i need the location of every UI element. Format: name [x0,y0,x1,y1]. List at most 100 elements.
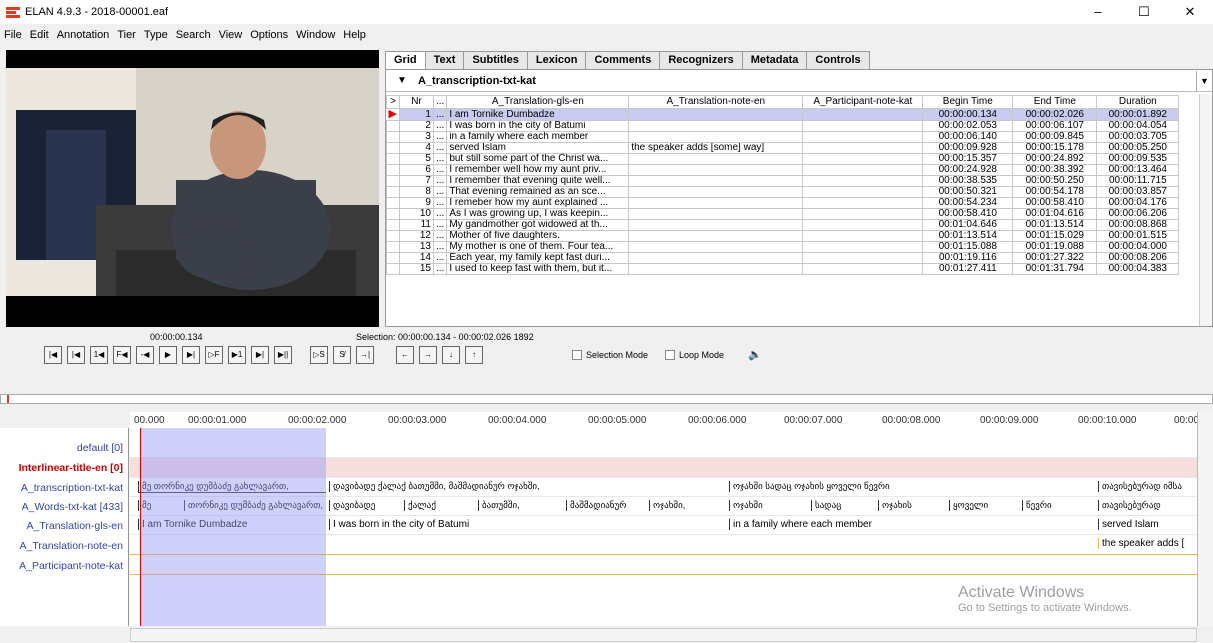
grid-cell-dots[interactable]: ... [432,197,448,209]
grid-row[interactable]: 9... I remeber how my aunt explained ... 0… [386,197,1180,209]
frame-back-button[interactable]: F◀ [113,346,131,364]
grid-cell-nr[interactable]: 8 [398,186,434,198]
tab-recognizers[interactable]: Recognizers [659,51,743,69]
grid-cell-gls[interactable]: That evening remained as an sce... [446,186,630,198]
grid-cell-note[interactable] [628,108,804,121]
grid-cell-dur[interactable]: 00:00:04.000 [1096,241,1180,253]
grid-cell-note[interactable] [628,241,804,253]
grid-cell-nr[interactable]: 6 [398,164,434,176]
grid-column-header[interactable]: A_Participant-note-kat [802,95,924,109]
grid-cell-end[interactable]: 00:00:54.178 [1012,186,1098,198]
grid-cell-gls[interactable]: My gandmother got widowed at th... [446,219,630,231]
grid-cell-marker[interactable] [386,175,400,187]
tab-text[interactable]: Text [424,51,465,69]
grid-row[interactable]: 13... My mother is one of them. Four tea.… [386,241,1180,253]
grid-cell-marker[interactable] [386,208,400,220]
grid-cell-dots[interactable]: ... [432,241,448,253]
grid-cell-gls[interactable]: I remeber how my aunt explained ... [446,197,630,209]
grid-cell-marker[interactable]: ▶ [386,108,400,121]
annotation[interactable]: სადაც [811,500,875,511]
grid-cell-dots[interactable]: ... [432,120,448,132]
annotation[interactable]: the speaker adds [ [1098,538,1197,549]
grid-cell-begin[interactable]: 00:01:04.646 [922,219,1014,231]
grid-cell-begin[interactable]: 00:00:06.140 [922,131,1014,143]
tier-label-default[interactable]: default [0] [77,442,123,454]
grid-cell-note[interactable] [628,186,804,198]
grid-column-header[interactable]: End Time [1012,95,1098,109]
grid-cell-gls[interactable]: Each year, my family kept fast duri... [446,252,630,264]
grid-cell-part[interactable] [802,197,924,209]
menu-view[interactable]: View [219,29,243,41]
grid-cell-note[interactable] [628,263,804,275]
grid-cell-begin[interactable]: 00:00:54.234 [922,197,1014,209]
tab-metadata[interactable]: Metadata [741,51,808,69]
annotation[interactable]: დავიბადე [329,500,401,511]
grid-cell-nr[interactable]: 1 [398,108,434,121]
play-selection-button[interactable]: ▶| [182,346,200,364]
volume-icon[interactable]: 🔈 [748,348,762,361]
grid-cell-dur[interactable]: 00:00:04.176 [1096,197,1180,209]
grid-cell-nr[interactable]: 3 [398,131,434,143]
grid-row[interactable]: 12... Mother of five daughters. 00:01:13.5… [386,230,1180,242]
selection-mode-checkbox[interactable]: Selection Mode [572,350,648,360]
grid-cell-dur[interactable]: 00:00:03.705 [1096,131,1180,143]
menu-file[interactable]: File [4,29,22,41]
grid-row[interactable]: 11... My gandmother got widowed at th... 0… [386,219,1180,231]
grid-cell-nr[interactable]: 5 [398,153,434,165]
tab-controls[interactable]: Controls [806,51,870,69]
menu-help[interactable]: Help [343,29,366,41]
grid-row[interactable]: 7... I remember that evening quite well..… [386,175,1180,187]
grid-cell-note[interactable] [628,252,804,264]
menu-options[interactable]: Options [250,29,288,41]
grid-cell-dots[interactable]: ... [432,175,448,187]
loop-mode-checkbox[interactable]: Loop Mode [665,350,724,360]
grid-cell-note[interactable] [628,208,804,220]
grid-cell-part[interactable] [802,131,924,143]
grid-cell-marker[interactable] [386,219,400,231]
grid-cell-nr[interactable]: 7 [398,175,434,187]
frame-forward-button[interactable]: ▷F [205,346,223,364]
grid-column-header[interactable]: Nr [398,95,434,109]
grid-cell-dur[interactable]: 00:00:13.464 [1096,164,1180,176]
grid-cell-marker[interactable] [386,164,400,176]
grid-column-header[interactable]: ... [432,95,448,109]
grid-column-header[interactable]: A_Translation-note-en [628,95,804,109]
grid-cell-end[interactable]: 00:00:15.178 [1012,142,1098,154]
time-ruler[interactable]: 00.000 00:00:01.000 00:00:02.000 00:00:0… [130,412,1197,428]
menu-edit[interactable]: Edit [30,29,49,41]
overview-timeline[interactable] [0,394,1213,404]
grid-cell-note[interactable]: the speaker adds [some] way] [628,142,804,154]
grid-cell-gls[interactable]: I was born in the city of Batumi [446,120,630,132]
grid-row[interactable]: 15... I used to keep fast with them, but … [386,263,1180,275]
grid-cell-note[interactable] [628,120,804,132]
grid-cell-note[interactable] [628,131,804,143]
grid-cell-begin[interactable]: 00:00:38.535 [922,175,1014,187]
clear-selection-button[interactable]: S̸ [333,346,351,364]
grid-cell-marker[interactable] [386,252,400,264]
time-selection[interactable] [140,428,326,626]
grid-cell-nr[interactable]: 15 [398,263,434,275]
grid-cell-gls[interactable]: My mother is one of them. Four tea... [446,241,630,253]
annotation[interactable]: დავიბადე ქალაქ ბათუმში, მაშმადიანურ ოჯახ… [329,481,727,492]
tier-label-participant-note[interactable]: A_Participant-note-kat [19,560,123,572]
grid-cell-nr[interactable]: 2 [398,120,434,132]
grid-cell-gls[interactable]: I am Tornike Dumbadze [446,108,630,121]
grid-cell-part[interactable] [802,230,924,242]
selection-end-button[interactable]: →| [356,346,374,364]
previous-frame-button[interactable]: |◀ [67,346,85,364]
grid-cell-begin[interactable]: 00:00:15.357 [922,153,1014,165]
annotation[interactable]: მაშმადიანურ [566,500,646,511]
tier-label-translation-note[interactable]: A_Translation-note-en [19,540,123,552]
grid-cell-part[interactable] [802,153,924,165]
grid-cell-note[interactable] [628,219,804,231]
grid-cell-dur[interactable]: 00:00:04.383 [1096,263,1180,275]
grid-cell-end[interactable]: 00:00:06.107 [1012,120,1098,132]
grid-column-header[interactable]: Begin Time [922,95,1014,109]
grid-cell-part[interactable] [802,263,924,275]
grid-cell-nr[interactable]: 12 [398,230,434,242]
grid-scrollbar[interactable] [1199,94,1212,326]
menu-tier[interactable]: Tier [117,29,136,41]
grid-cell-note[interactable] [628,153,804,165]
annotation[interactable]: in a family where each member [729,519,1091,530]
go-to-begin-button[interactable]: |◀ [44,346,62,364]
